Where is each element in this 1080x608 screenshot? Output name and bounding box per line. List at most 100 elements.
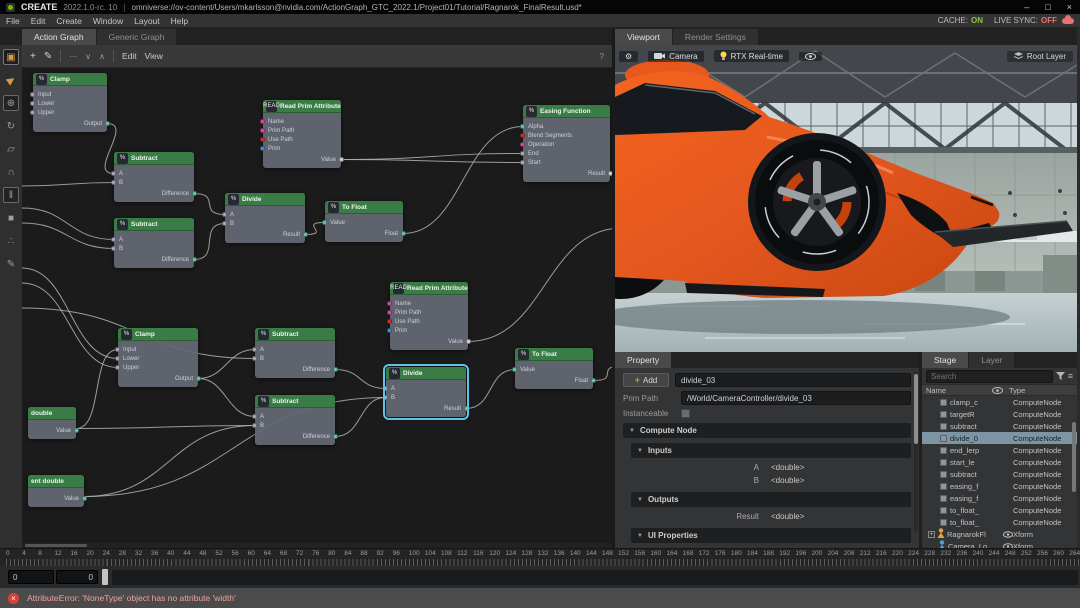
help-icon[interactable]: ? (600, 52, 604, 61)
output-port[interactable]: Value (28, 426, 76, 435)
graph-node-easing-function[interactable]: %Easing FunctionAlphaBlend SegmentsOpera… (523, 105, 610, 182)
tab-viewport[interactable]: Viewport (615, 29, 672, 45)
graph-node-to-float[interactable]: %To FloatValueFloat (325, 201, 403, 242)
graph-node-ent-double[interactable]: ent doubleValue (28, 475, 84, 507)
output-port[interactable]: Result (386, 404, 466, 413)
input-port[interactable]: Prim (390, 326, 468, 335)
graph-node-subtract[interactable]: %SubtractABDifference (114, 152, 194, 202)
particles-tool[interactable]: ∴ (3, 233, 19, 249)
camera-selector[interactable]: Camera (648, 51, 703, 62)
graph-node-clamp[interactable]: %ClampInputLowerUpperOutput (33, 73, 107, 132)
tab-property[interactable]: Property (615, 352, 671, 368)
input-port[interactable]: Value (325, 218, 403, 227)
minimize-button[interactable]: – (1024, 0, 1029, 14)
output-port[interactable]: Float (325, 229, 403, 238)
viewport[interactable]: ⚙ Camera RTX Real-time (615, 45, 1077, 352)
input-port[interactable]: B (255, 354, 335, 363)
graph-node-to-float[interactable]: %To FloatValueFloat (515, 348, 593, 389)
input-port[interactable]: Input (33, 90, 107, 99)
instanceable-checkbox[interactable] (681, 409, 690, 418)
expand-icon[interactable]: + (928, 531, 935, 538)
graph-edit-menu[interactable]: Edit (122, 51, 137, 61)
input-port[interactable]: Alpha (523, 122, 610, 131)
output-port[interactable]: Difference (255, 365, 335, 374)
input-port[interactable]: B (255, 421, 335, 430)
menu-create[interactable]: Create (56, 16, 82, 26)
pause-tool[interactable]: ‖ (3, 187, 19, 203)
property-scrollbar[interactable] (914, 372, 918, 532)
tab-layer[interactable]: Layer (969, 352, 1014, 368)
menu-window[interactable]: Window (93, 16, 123, 26)
chevron-down-icon[interactable]: ∨ (85, 52, 91, 61)
brush-tool[interactable]: ✎ (3, 256, 19, 272)
input-port[interactable]: Name (390, 299, 468, 308)
graph-node-clamp[interactable]: %ClampInputLowerUpperOutput (118, 328, 198, 387)
close-button[interactable]: × (1067, 0, 1072, 14)
input-port[interactable]: End (523, 149, 610, 158)
pan-tool[interactable]: ⊕ (3, 95, 19, 111)
section-inputs[interactable]: ▼ Inputs (631, 443, 911, 458)
output-port[interactable]: Output (118, 374, 198, 383)
rotate-tool[interactable]: ↻ (3, 118, 19, 134)
section-ui-properties[interactable]: ▼ UI Properties (631, 528, 911, 543)
visibility-eye-icon[interactable] (1003, 531, 1013, 538)
graph-node-double[interactable]: doubleValue (28, 407, 76, 439)
input-port[interactable]: A (114, 235, 194, 244)
menu-edit[interactable]: Edit (31, 16, 46, 26)
stage-scrollbar[interactable] (1072, 422, 1076, 492)
input-port[interactable]: B (114, 244, 194, 253)
output-port[interactable]: Value (390, 337, 468, 346)
add-property-button[interactable]: + Add (623, 373, 669, 387)
prim-name-field[interactable] (675, 373, 911, 387)
stage-search-input[interactable] (926, 370, 1053, 383)
graph-node-read-prim-attribute[interactable]: READRead Prim AttributeNamePrim PathUse … (390, 282, 468, 350)
select-box-tool[interactable]: ▣ (3, 49, 19, 65)
input-port[interactable]: Lower (118, 354, 198, 363)
renderer-selector[interactable]: RTX Real-time (714, 50, 789, 62)
output-port[interactable]: Value (263, 155, 341, 164)
input-port[interactable]: Start (523, 158, 610, 167)
stage-row-targetR[interactable]: targetRComputeNode (922, 408, 1077, 420)
tab-action-graph[interactable]: Action Graph (22, 29, 96, 45)
timeline-ruler[interactable]: 0481216202428323640444852566064687276808… (0, 548, 1080, 566)
menu-help[interactable]: Help (171, 16, 188, 26)
input-port[interactable]: Value (515, 365, 593, 374)
timeline-track[interactable] (112, 570, 1078, 585)
section-compute-node[interactable]: ▼ Compute Node (623, 423, 911, 438)
snap-tool[interactable]: ∩ (3, 164, 19, 180)
edit-graph-icon[interactable]: ✎ (44, 51, 52, 62)
graph-view-menu[interactable]: View (145, 51, 163, 61)
input-port[interactable]: Name (263, 117, 341, 126)
filter-icon[interactable] (1056, 372, 1065, 380)
add-node-button[interactable]: + (30, 51, 36, 62)
output-port[interactable]: Difference (114, 255, 194, 264)
column-name[interactable]: Name (926, 386, 992, 395)
stage-row-easing_f[interactable]: easing_fComputeNode (922, 492, 1077, 504)
maximize-button[interactable]: □ (1045, 0, 1050, 14)
output-port[interactable]: Difference (255, 432, 335, 441)
input-port[interactable]: B (225, 219, 305, 228)
stage-row-to_float_[interactable]: to_float_ComputeNode (922, 516, 1077, 528)
graph-node-read-prim-attribute[interactable]: READRead Prim AttributeNamePrim PathUse … (263, 100, 341, 168)
stage-row-subtract[interactable]: subtractComputeNode (922, 420, 1077, 432)
input-port[interactable]: B (114, 178, 194, 187)
stage-row-divide_0[interactable]: divide_0ComputeNode (922, 432, 1077, 444)
input-port[interactable]: Prim Path (390, 308, 468, 317)
stage-row-clamp_c[interactable]: clamp_cComputeNode (922, 396, 1077, 408)
output-port[interactable]: Value (28, 494, 84, 503)
output-port[interactable]: Output (33, 119, 107, 128)
stage-column-header[interactable]: Name Type (922, 384, 1077, 396)
input-port[interactable]: A (114, 169, 194, 178)
input-port[interactable]: Input (118, 345, 198, 354)
input-port[interactable]: Lower (33, 99, 107, 108)
input-port[interactable]: Upper (33, 108, 107, 117)
stage-row-to_float_[interactable]: to_float_ComputeNode (922, 504, 1077, 516)
graph-canvas[interactable]: %ClampInputLowerUpperOutput %SubtractABDi… (22, 68, 612, 548)
cursor-tool[interactable]: ▶ (0, 69, 22, 91)
input-port[interactable]: A (386, 384, 466, 393)
range-start-field[interactable]: 0 (56, 570, 98, 584)
input-port[interactable]: Use Path (263, 135, 341, 144)
tab-stage[interactable]: Stage (922, 352, 968, 368)
root-layer-button[interactable]: Root Layer (1007, 51, 1073, 62)
prim-path-field[interactable] (681, 391, 911, 405)
